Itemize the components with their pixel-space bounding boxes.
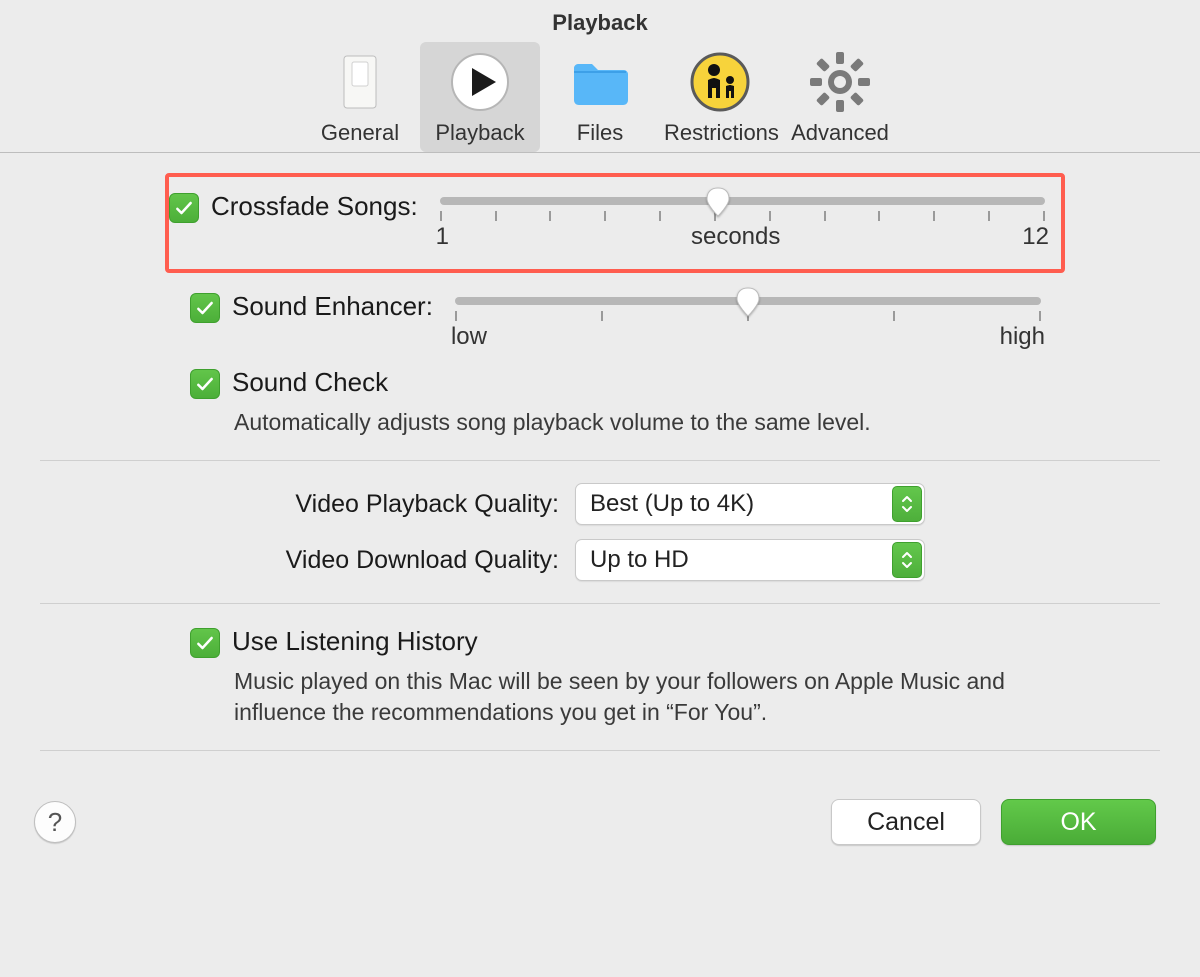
- crossfade-slider[interactable]: [440, 197, 1045, 205]
- tab-label: Playback: [424, 120, 536, 146]
- separator: [40, 460, 1160, 461]
- enhancer-checkbox[interactable]: [190, 293, 220, 323]
- listening-history-label: Use Listening History: [232, 626, 478, 657]
- separator: [40, 603, 1160, 604]
- dropdown-value: Up to HD: [590, 546, 689, 574]
- window-title: Playback: [0, 0, 1200, 38]
- footer: ? Cancel OK: [0, 773, 1200, 879]
- video-download-quality-label: Video Download Quality:: [20, 546, 575, 575]
- enhancer-min-label: low: [451, 323, 487, 351]
- tab-general[interactable]: General: [300, 42, 420, 152]
- chevrons-icon: [892, 486, 922, 522]
- slider-thumb-icon[interactable]: [735, 287, 761, 317]
- soundcheck-label: Sound Check: [232, 367, 388, 398]
- cancel-button[interactable]: Cancel: [831, 799, 981, 845]
- video-playback-quality-label: Video Playback Quality:: [20, 490, 575, 519]
- crossfade-max-label: 12: [1022, 223, 1049, 251]
- toolbar: General Playback Files: [0, 38, 1200, 152]
- dropdown-value: Best (Up to 4K): [590, 490, 754, 518]
- toolbar-region: Playback General Playback: [0, 0, 1200, 153]
- tab-label: Files: [544, 120, 656, 146]
- tab-label: General: [304, 120, 416, 146]
- crossfade-min-label: 1: [436, 223, 449, 251]
- play-icon: [448, 50, 512, 114]
- tab-playback[interactable]: Playback: [420, 42, 540, 152]
- crossfade-center-label: seconds: [449, 223, 1022, 251]
- listening-history-checkbox[interactable]: [190, 628, 220, 658]
- enhancer-max-label: high: [1000, 323, 1045, 351]
- soundcheck-description: Automatically adjusts song playback volu…: [234, 407, 1030, 438]
- listening-history-description: Music played on this Mac will be seen by…: [234, 666, 1030, 728]
- help-button[interactable]: ?: [34, 801, 76, 843]
- tab-advanced[interactable]: Advanced: [780, 42, 900, 152]
- parental-icon: [688, 50, 752, 114]
- crossfade-ticks: [440, 211, 1045, 221]
- crossfade-highlight: Crossfade Songs: 1 seconds 12: [165, 173, 1065, 273]
- tab-files[interactable]: Files: [540, 42, 660, 152]
- tab-label: Advanced: [784, 120, 896, 146]
- folder-icon: [568, 50, 632, 114]
- ok-button[interactable]: OK: [1001, 799, 1156, 845]
- switch-icon: [328, 50, 392, 114]
- enhancer-slider[interactable]: [455, 297, 1041, 305]
- crossfade-checkbox[interactable]: [169, 193, 199, 223]
- soundcheck-checkbox[interactable]: [190, 369, 220, 399]
- tab-restrictions[interactable]: Restrictions: [660, 42, 780, 152]
- tab-label: Restrictions: [664, 120, 776, 146]
- crossfade-label: Crossfade Songs:: [211, 191, 418, 222]
- slider-thumb-icon[interactable]: [705, 187, 731, 217]
- chevrons-icon: [892, 542, 922, 578]
- enhancer-label: Sound Enhancer:: [232, 291, 433, 322]
- gear-icon: [808, 50, 872, 114]
- separator: [40, 750, 1160, 751]
- content: Crossfade Songs: 1 seconds 12 Sound Enha: [0, 153, 1200, 751]
- video-download-quality-dropdown[interactable]: Up to HD: [575, 539, 925, 581]
- video-playback-quality-dropdown[interactable]: Best (Up to 4K): [575, 483, 925, 525]
